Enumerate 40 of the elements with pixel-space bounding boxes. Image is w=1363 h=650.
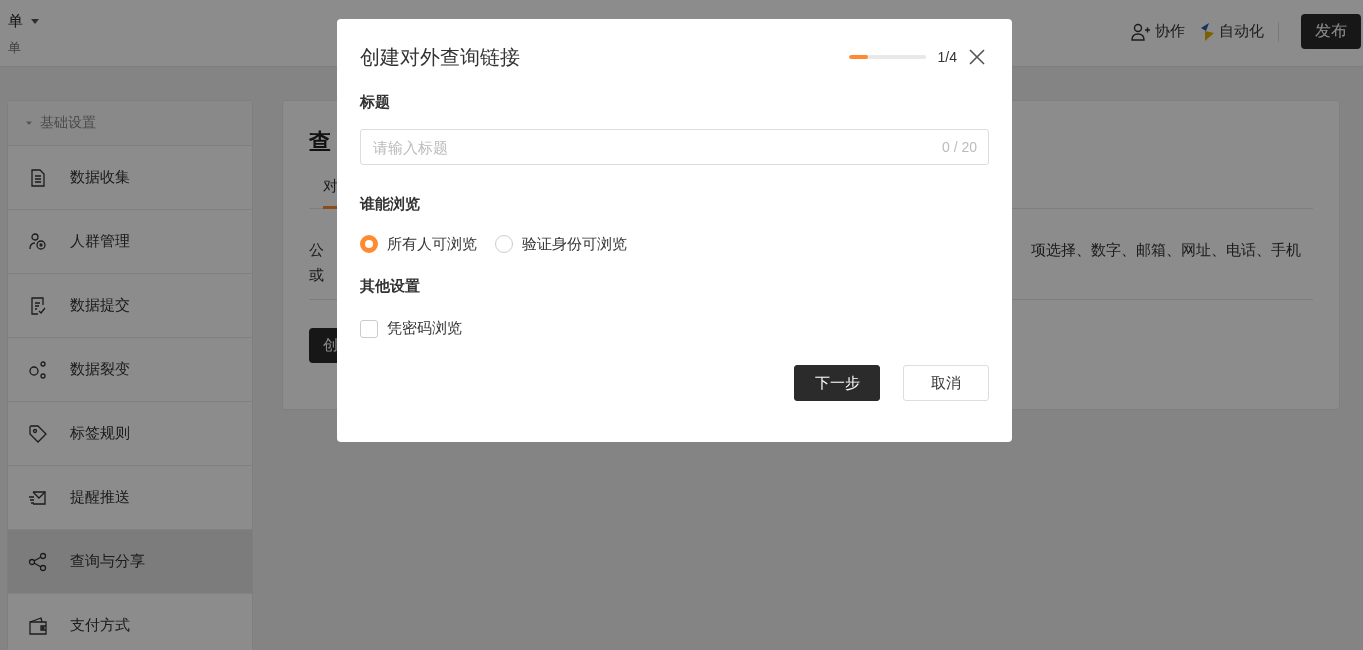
lightning-icon: [1199, 22, 1215, 41]
form-subtitle: 单: [8, 39, 22, 57]
caret-icon[interactable]: [31, 19, 39, 24]
form-title: 单: [8, 12, 23, 31]
sidebar-item[interactable]: 查询与分享: [8, 530, 252, 594]
description-text: 或: [309, 265, 324, 285]
sidebar-item[interactable]: 数据裂变: [8, 338, 252, 402]
sidebar-item[interactable]: 数据提交: [8, 274, 252, 338]
description-text: 公: [309, 240, 324, 260]
cancel-button[interactable]: 取消: [903, 365, 989, 401]
step-counter: 1/4: [937, 49, 957, 65]
radio-option[interactable]: 验证身份可浏览: [495, 234, 627, 254]
section-label: 谁能浏览: [360, 195, 421, 214]
automation-button[interactable]: 自动化: [1199, 22, 1264, 41]
circles-icon: [28, 359, 48, 380]
sidebar-item[interactable]: 支付方式: [8, 594, 252, 650]
person-icon: [28, 231, 48, 252]
document-check-icon: [28, 295, 48, 316]
add-user-icon: [1131, 22, 1151, 41]
description-text: 项选择、数字、邮箱、网址、电话、手机: [1031, 240, 1302, 260]
radio-option[interactable]: 所有人可浏览: [360, 234, 477, 254]
collaborate-button[interactable]: 协作: [1131, 22, 1185, 41]
sidebar-item[interactable]: 数据收集: [8, 146, 252, 210]
wallet-icon: [28, 615, 48, 636]
sidebar-item[interactable]: 标签规则: [8, 402, 252, 466]
section-label: 其他设置: [360, 277, 421, 296]
checkbox-option[interactable]: 凭密码浏览: [360, 319, 989, 338]
share-icon: [28, 551, 48, 572]
publish-button[interactable]: 发布: [1301, 14, 1361, 49]
dialog-title: 创建对外查询链接: [360, 44, 520, 70]
radio-button[interactable]: [360, 235, 378, 253]
field-label: 标题: [360, 93, 391, 112]
sidebar-item[interactable]: 人群管理: [8, 210, 252, 274]
page-title: 查: [309, 128, 331, 156]
checkbox[interactable]: [360, 319, 378, 338]
document-icon: [28, 167, 48, 188]
next-button[interactable]: 下一步: [794, 365, 880, 401]
character-counter: 0 / 20: [941, 139, 977, 155]
tag-icon: [28, 423, 48, 444]
close-icon[interactable]: [969, 49, 985, 65]
